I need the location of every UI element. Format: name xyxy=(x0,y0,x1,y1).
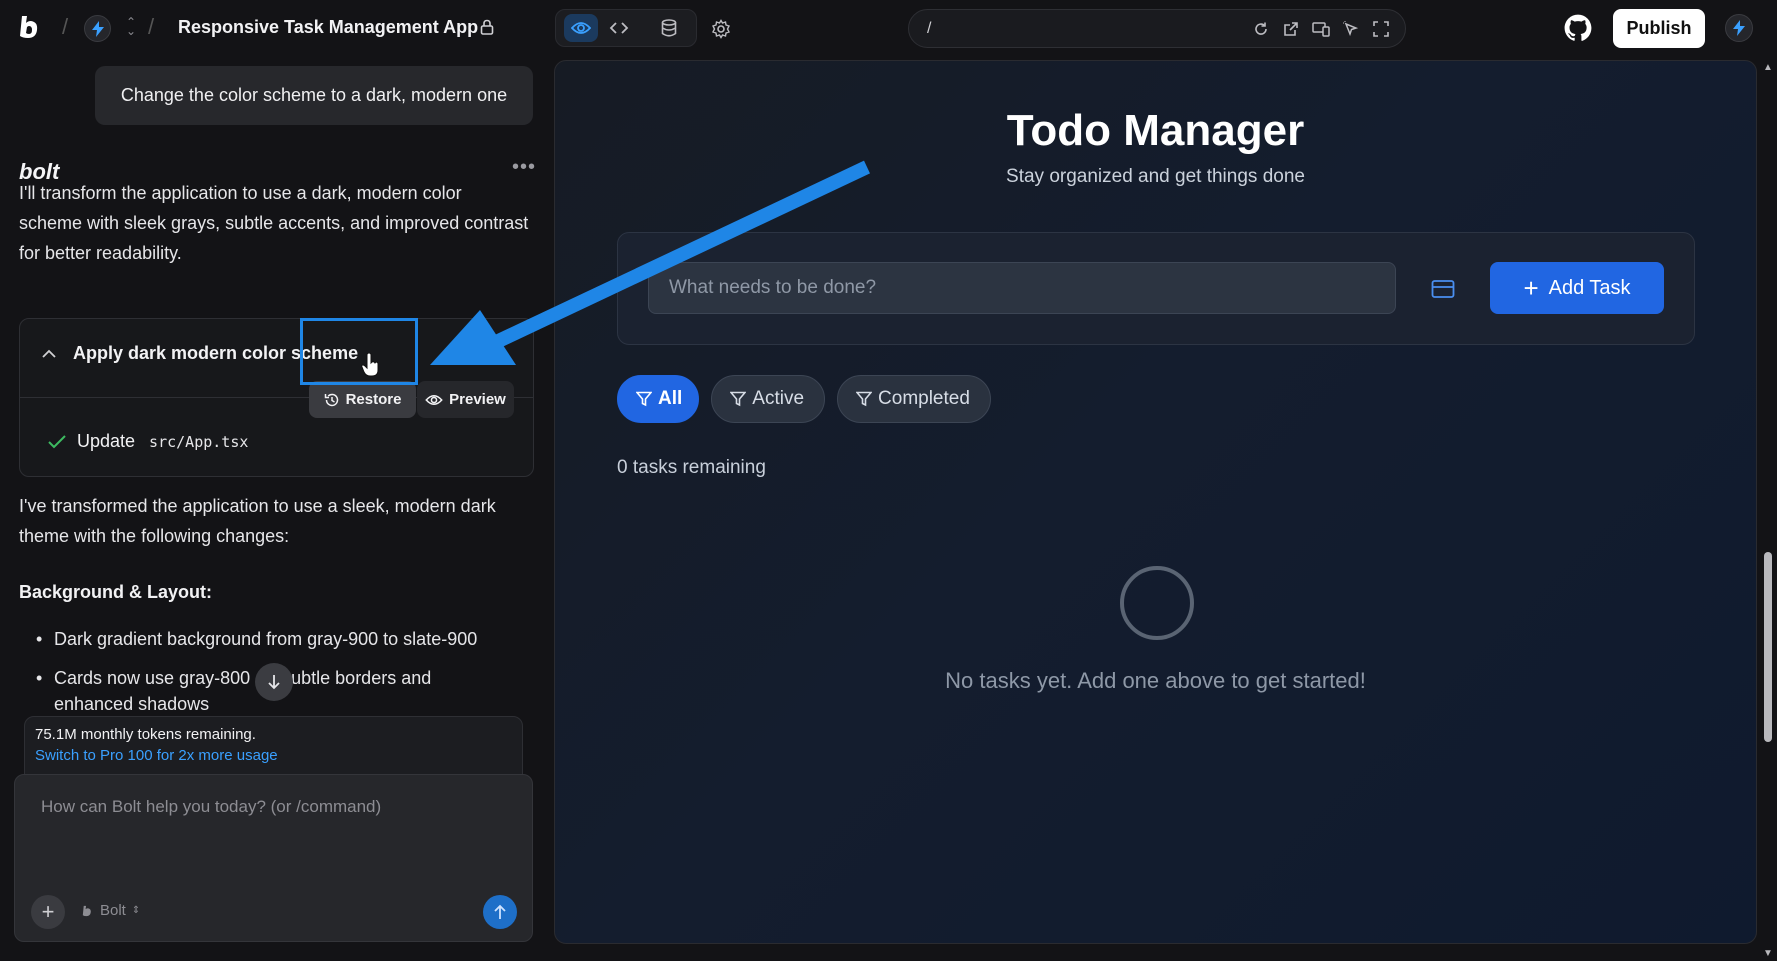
publish-button[interactable]: Publish xyxy=(1613,9,1705,48)
credit-card-icon[interactable] xyxy=(1431,279,1455,299)
preview-view-button[interactable] xyxy=(564,14,598,42)
top-bar: / ⌃⌄ / Responsive Task Management App / xyxy=(0,0,1777,56)
attach-button[interactable]: + xyxy=(31,895,65,929)
empty-state-message: No tasks yet. Add one above to get start… xyxy=(945,668,1366,693)
database-view-button[interactable] xyxy=(652,14,686,42)
settings-button[interactable] xyxy=(708,16,734,42)
open-external-icon[interactable] xyxy=(1281,19,1301,39)
app-title: Todo Manager xyxy=(1006,106,1305,155)
check-icon xyxy=(48,434,66,448)
preview-button[interactable]: Preview xyxy=(417,381,514,418)
restore-highlight-box xyxy=(300,318,418,385)
restore-button[interactable]: Restore xyxy=(309,381,416,418)
scroll-down-icon[interactable]: ▼ xyxy=(1763,948,1773,959)
filter-label: Active xyxy=(752,388,805,409)
filter-completed[interactable]: Completed xyxy=(837,375,991,423)
code-icon xyxy=(609,22,629,34)
github-icon[interactable] xyxy=(1564,14,1592,42)
project-switcher-icon[interactable]: ⌃ ⌄ xyxy=(126,16,136,37)
hand-cursor-icon xyxy=(361,353,379,377)
send-button[interactable] xyxy=(483,895,517,929)
preview-label: Preview xyxy=(449,391,506,408)
filter-label: All xyxy=(658,388,683,409)
empty-state-circle-icon xyxy=(1120,566,1194,640)
update-label: Update xyxy=(77,431,136,451)
arrow-down-icon xyxy=(268,675,280,690)
add-task-label: Add Task xyxy=(1548,276,1631,299)
update-file-path: src/App.tsx xyxy=(149,432,249,451)
breadcrumb-separator: / xyxy=(148,14,155,39)
plus-icon: + xyxy=(1523,273,1539,303)
url-path[interactable]: / xyxy=(927,20,931,38)
chevron-updown-icon: ⇕ xyxy=(131,905,141,916)
filter-icon xyxy=(856,391,873,407)
filter-group: All Active Completed xyxy=(617,375,991,423)
code-view-button[interactable] xyxy=(602,14,636,42)
list-item: Dark gradient background from gray-900 t… xyxy=(36,624,477,654)
lock-icon xyxy=(480,19,494,35)
assistant-summary: I've transformed the application to use … xyxy=(19,496,496,546)
project-title[interactable]: Responsive Task Management App xyxy=(178,17,478,38)
preview-url-bar[interactable]: / xyxy=(908,9,1406,48)
add-task-button[interactable]: + Add Task xyxy=(1490,262,1664,314)
scrollbar-thumb[interactable] xyxy=(1764,552,1772,742)
bolt-logo-icon[interactable] xyxy=(14,12,44,42)
user-message: Change the color scheme to a dark, moder… xyxy=(95,66,533,125)
eye-icon xyxy=(571,22,591,34)
page-scrollbar[interactable]: ▲ ▼ xyxy=(1759,60,1777,961)
database-icon xyxy=(661,19,677,37)
gear-icon xyxy=(712,19,730,39)
eye-icon xyxy=(425,394,443,405)
filter-label: Completed xyxy=(878,388,970,409)
filter-icon xyxy=(636,391,652,407)
fullscreen-icon[interactable] xyxy=(1371,19,1391,39)
upgrade-link[interactable]: Switch to Pro 100 for 2x more usage xyxy=(35,747,278,764)
model-name: Bolt xyxy=(100,902,126,919)
scroll-to-bottom-button[interactable] xyxy=(255,663,293,701)
bolt-logo-icon xyxy=(82,905,91,916)
model-selector[interactable]: Bolt ⇕ xyxy=(80,902,140,919)
list-item-continuation: enhanced shadows xyxy=(54,693,209,713)
prompt-placeholder[interactable]: How can Bolt help you today? (or /comman… xyxy=(41,797,381,817)
prompt-input[interactable]: How can Bolt help you today? (or /comman… xyxy=(14,774,533,942)
reload-icon[interactable] xyxy=(1251,19,1271,39)
filter-active[interactable]: Active xyxy=(711,375,826,423)
filter-all[interactable]: All xyxy=(617,375,700,423)
tokens-remaining: 75.1M monthly tokens remaining. xyxy=(35,726,256,743)
restore-label: Restore xyxy=(345,391,402,408)
chevron-up-icon[interactable] xyxy=(40,345,58,363)
breadcrumb-separator: / xyxy=(62,14,69,39)
file-update-row[interactable]: Update src/App.tsx xyxy=(47,431,248,452)
arrow-up-icon xyxy=(494,904,506,919)
scroll-up-icon[interactable]: ▲ xyxy=(1763,62,1773,73)
list-item: Cards now use gray-800 n subtle borders … xyxy=(36,663,431,693)
tasks-remaining: 0 tasks remaining xyxy=(617,457,766,478)
plus-icon: + xyxy=(41,899,55,924)
project-bolt-icon[interactable] xyxy=(84,15,111,42)
view-toggle-group xyxy=(555,9,697,47)
section-heading: Background & Layout: xyxy=(19,582,213,602)
account-bolt-icon[interactable] xyxy=(1725,14,1753,42)
inspect-cursor-icon[interactable] xyxy=(1341,19,1361,39)
device-toggle-icon[interactable] xyxy=(1311,19,1331,39)
annotation-arrow-icon xyxy=(430,160,870,365)
filter-icon xyxy=(730,391,747,407)
list-item-text: Cards now use gray-800 xyxy=(54,668,251,688)
history-icon xyxy=(324,393,338,406)
